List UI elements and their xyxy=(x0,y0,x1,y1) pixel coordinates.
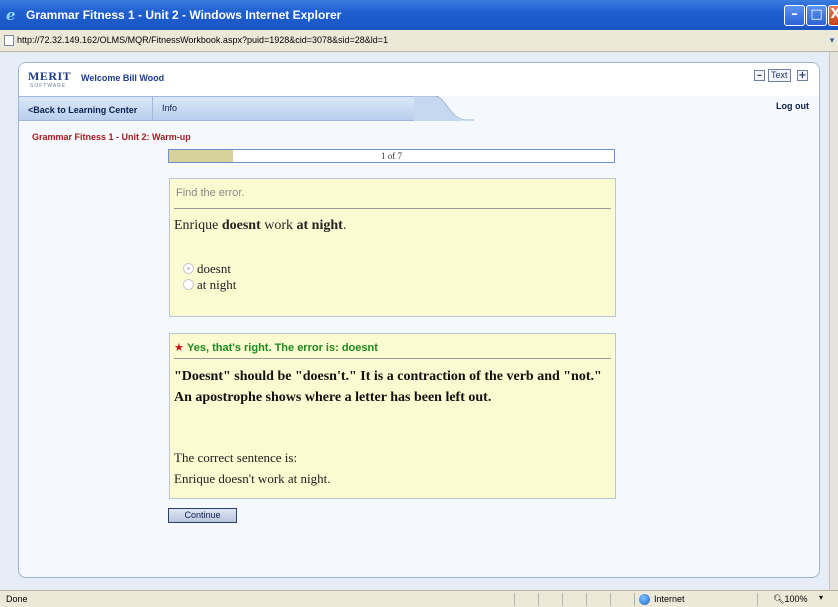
minimize-button[interactable]: – xyxy=(784,5,805,26)
increase-text-button[interactable]: + xyxy=(797,70,808,81)
continue-button[interactable]: Continue xyxy=(168,508,237,523)
merit-logo: MERIT SOFTWARE xyxy=(28,69,72,91)
address-dropdown-icon[interactable]: ▾ xyxy=(826,34,838,48)
answer-option-label: at night xyxy=(197,277,237,292)
globe-icon xyxy=(639,594,650,605)
radio-unselected[interactable] xyxy=(183,279,194,290)
feedback-box: ★ Yes, that's right. The error is: doesn… xyxy=(169,333,616,499)
decrease-text-button[interactable]: – xyxy=(754,70,765,81)
info-link[interactable]: Info xyxy=(162,103,177,113)
security-zone: Internet xyxy=(654,594,685,604)
nav-bar: <Back to Learning Center Info Log out xyxy=(19,96,819,121)
status-divider xyxy=(514,593,515,606)
logo-subtext: SOFTWARE xyxy=(30,83,67,89)
progress-bar: 1 of 7 xyxy=(168,149,615,163)
status-divider xyxy=(562,593,563,606)
app-header: MERIT SOFTWARE Welcome Bill Wood – Text … xyxy=(19,63,819,96)
app-frame: MERIT SOFTWARE Welcome Bill Wood – Text … xyxy=(18,62,820,578)
correct-sentence: Enrique doesn't work at night. xyxy=(174,471,331,486)
sentence-part-bold: doesnt xyxy=(221,218,261,233)
status-text: Done xyxy=(6,594,28,604)
close-button[interactable]: X xyxy=(828,5,838,26)
welcome-message: Welcome Bill Wood xyxy=(81,73,165,83)
sentence-part: work xyxy=(260,218,297,233)
answer-option-at-night[interactable]: at night xyxy=(183,277,236,293)
zoom-value: 100% xyxy=(784,594,808,604)
correct-sentence-label: The correct sentence is: xyxy=(174,450,298,465)
back-to-learning-center-link[interactable]: <Back to Learning Center xyxy=(28,105,137,115)
feedback-explanation: "Doesnt" should be "doesn't." It is a co… xyxy=(174,369,602,405)
question-sentence: Enrique doesnt work at night. xyxy=(174,218,346,234)
status-divider xyxy=(586,593,587,606)
nav-divider xyxy=(152,96,153,121)
status-divider xyxy=(757,593,758,606)
ie-window: e Grammar Fitness 1 - Unit 2 - Windows I… xyxy=(0,0,838,607)
status-bar: Done Internet 🔍︎100% ▾ xyxy=(0,590,838,607)
title-bar[interactable]: e Grammar Fitness 1 - Unit 2 - Windows I… xyxy=(0,0,838,30)
text-size-label: Text xyxy=(768,69,791,82)
status-divider xyxy=(634,593,635,606)
answer-option-doesnt[interactable]: doesnt xyxy=(183,261,231,277)
zoom-level[interactable]: 🔍︎100% xyxy=(773,594,807,605)
logo-text: MERIT xyxy=(28,69,72,83)
logout-link[interactable]: Log out xyxy=(776,101,809,111)
progress-label: 1 of 7 xyxy=(381,151,402,161)
page-icon xyxy=(4,35,14,46)
star-icon: ★ xyxy=(174,341,184,354)
feedback-title: Yes, that's right. The error is: doesnt xyxy=(187,342,378,354)
radio-selected[interactable] xyxy=(183,263,194,274)
status-divider xyxy=(538,593,539,606)
question-instruction: Find the error. xyxy=(176,187,245,199)
sentence-part-bold: at night xyxy=(296,218,343,233)
address-bar[interactable]: http://72.32.149.162/OLMS/MQR/FitnessWor… xyxy=(0,30,838,52)
question-box: Find the error. Enrique doesnt work at n… xyxy=(169,178,616,317)
status-divider xyxy=(610,593,611,606)
nav-tab-curve xyxy=(414,96,474,121)
sentence-part: Enrique xyxy=(174,218,222,233)
answer-option-label: doesnt xyxy=(197,261,231,276)
window-title: Grammar Fitness 1 - Unit 2 - Windows Int… xyxy=(26,8,342,22)
internet-explorer-icon: e xyxy=(6,6,16,24)
maximize-button[interactable]: □ xyxy=(806,5,827,26)
zoom-dropdown-icon[interactable]: ▾ xyxy=(819,593,823,602)
vertical-scrollbar[interactable] xyxy=(829,52,838,590)
question-divider xyxy=(174,208,611,209)
feedback-divider xyxy=(174,358,611,359)
section-title: Grammar Fitness 1 - Unit 2: Warm-up xyxy=(32,132,191,142)
address-url[interactable]: http://72.32.149.162/OLMS/MQR/FitnessWor… xyxy=(17,35,388,45)
sentence-part: . xyxy=(342,218,347,233)
